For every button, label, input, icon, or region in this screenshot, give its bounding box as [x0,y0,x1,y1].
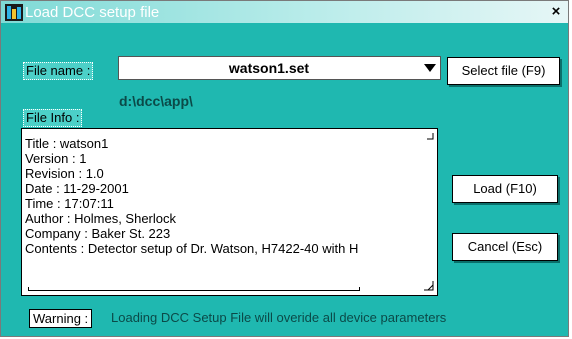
load-button[interactable]: Load (F10) [452,175,558,203]
warning-label: Warning : [29,309,93,328]
chevron-down-icon[interactable] [424,64,436,72]
load-dcc-setup-dialog: Load DCC setup file × File name : watson… [0,0,569,337]
file-info-label: File Info : [23,109,83,127]
info-time: Time : 17:07:11 [25,196,114,211]
file-path: d:\dcc\app\ [119,93,193,109]
warning-text: Loading DCC Setup File will overide all … [111,310,447,325]
info-revision: Revision : 1.0 [25,166,104,181]
title-bar[interactable]: Load DCC setup file × [1,1,568,23]
file-name-label: File name : [23,62,94,80]
info-version: Version : 1 [25,151,87,166]
file-info-box[interactable]: Title : watson1 Version : 1 Revision : 1… [21,128,438,296]
selected-file-value: watson1.set [228,60,310,76]
resize-grip-icon[interactable] [424,281,434,291]
cancel-button[interactable]: Cancel (Esc) [452,233,558,261]
window-title: Load DCC setup file [25,4,160,21]
info-date: Date : 11-29-2001 [25,181,129,196]
horizontal-scrollbar[interactable] [28,287,360,291]
app-icon [5,4,23,21]
info-author: Author : Holmes, Sherlock [25,211,177,226]
file-name-select[interactable]: watson1.set [118,56,441,80]
info-contents: Contents : Detector setup of Dr. Watson,… [25,241,359,256]
corner-mark-icon [427,133,434,140]
close-icon[interactable]: × [548,3,564,21]
info-company: Company : Baker St. 223 [25,226,171,241]
info-title: Title : watson1 [25,136,109,151]
select-file-button[interactable]: Select file (F9) [447,57,560,85]
